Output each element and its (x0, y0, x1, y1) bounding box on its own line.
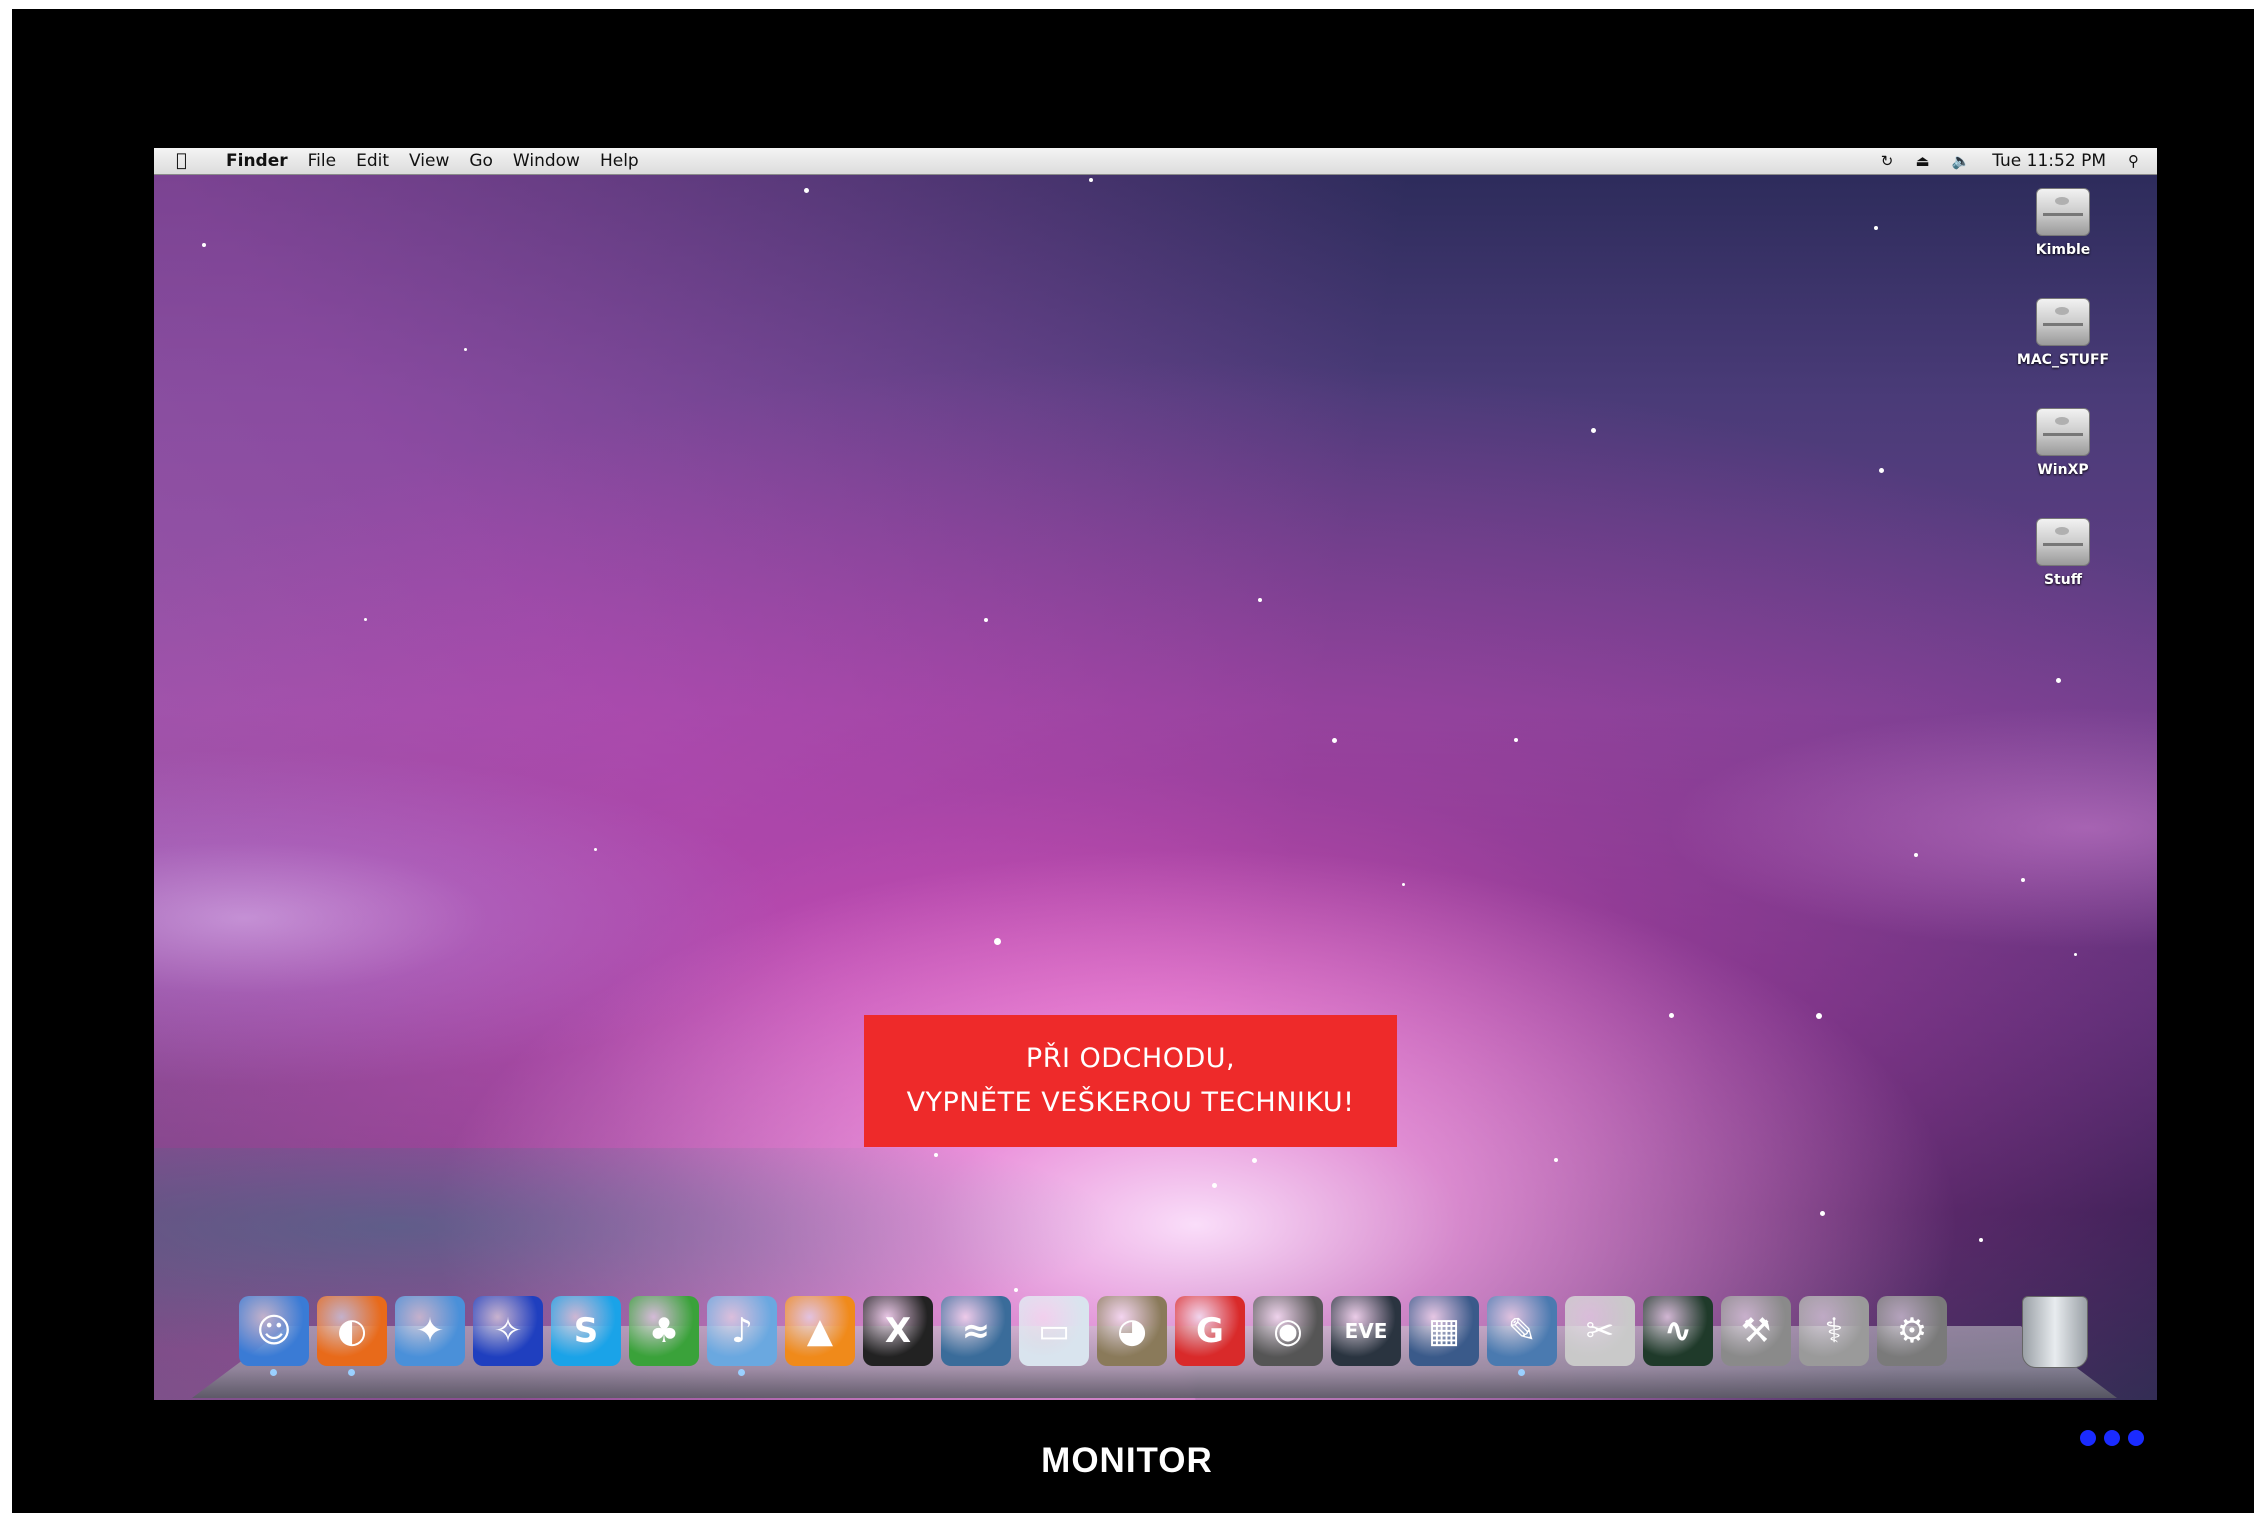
star (934, 1153, 938, 1157)
dock-system-preferences-icon[interactable]: ⚙ (1877, 1296, 1947, 1366)
star (1014, 1288, 1018, 1292)
desktop-drive-stuff[interactable]: Stuff (2008, 518, 2118, 588)
slide-frame:  Finder File Edit View Go Window Help ↻… (12, 9, 2254, 1513)
notice-box: PŘI ODCHODU, VYPNĚTE VEŠKEROU TECHNIKU! (864, 1015, 1397, 1147)
star (2074, 953, 2077, 956)
star (2056, 678, 2061, 683)
star (1554, 1158, 1558, 1162)
dock-skype-icon[interactable]: S (551, 1296, 621, 1366)
running-indicator (270, 1369, 277, 1376)
menu-edit[interactable]: Edit (346, 151, 399, 171)
star (1874, 226, 1878, 230)
page-dot[interactable] (2104, 1430, 2120, 1446)
pagination-dots[interactable] (2080, 1430, 2144, 1446)
dock-firefox-icon[interactable]: ◐ (317, 1296, 387, 1376)
hard-drive-icon (2036, 518, 2090, 566)
star (1514, 738, 1518, 742)
wallpaper-aurora-right (1457, 708, 2157, 1008)
menu-file[interactable]: File (298, 151, 346, 171)
dock-vlc-icon[interactable]: ▲ (785, 1296, 855, 1366)
star (202, 243, 206, 247)
dock-gimp-icon[interactable]: ◕ (1097, 1296, 1167, 1366)
star (1402, 883, 1405, 886)
menu-left: Finder File Edit View Go Window Help (216, 151, 649, 171)
dock-frog-icon[interactable]: ✧ (473, 1296, 543, 1366)
menu-bar:  Finder File Edit View Go Window Help ↻… (154, 148, 2157, 175)
star (1820, 1211, 1825, 1216)
drive-label: WinXP (2037, 462, 2089, 478)
star (1914, 853, 1918, 857)
dock-system-tool-icon[interactable]: ✎ (1487, 1296, 1557, 1376)
star (1669, 1013, 1674, 1018)
notice-line-2: VYPNĚTE VEŠKEROU TECHNIKU! (906, 1087, 1355, 1118)
running-indicator (1518, 1369, 1525, 1376)
star (364, 618, 367, 621)
star (1332, 738, 1337, 743)
apple-menu-icon[interactable]:  (176, 150, 187, 171)
menu-clock[interactable]: Tue 11:52 PM (1992, 151, 2106, 171)
desktop-drive-mac-stuff[interactable]: MAC_STUFF (2008, 298, 2118, 368)
running-indicator (738, 1369, 745, 1376)
star (1258, 598, 1262, 602)
dock-activity-monitor-icon[interactable]: ∿ (1643, 1296, 1713, 1366)
dock-x11-icon[interactable]: X (863, 1296, 933, 1366)
star (1879, 468, 1884, 473)
hard-drive-icon (2036, 298, 2090, 346)
dock-app-eye-icon[interactable]: ◉ (1253, 1296, 1323, 1366)
dock-adium-icon[interactable]: ♣ (629, 1296, 699, 1366)
volume-icon[interactable]: 🔈 (1952, 152, 1971, 170)
star (1212, 1183, 1217, 1188)
dock-itunes-icon[interactable]: ♪ (707, 1296, 777, 1376)
star (984, 618, 988, 622)
desktop-drive-kimble[interactable]: Kimble (2008, 188, 2118, 258)
star (804, 188, 809, 193)
star (1089, 178, 1093, 182)
star (464, 348, 467, 351)
menu-help[interactable]: Help (590, 151, 649, 171)
dock-directory-utility-icon[interactable]: ⚒ (1721, 1296, 1791, 1366)
trash-icon[interactable] (2022, 1296, 2088, 1368)
star (1591, 428, 1596, 433)
page-dot[interactable] (2128, 1430, 2144, 1446)
mac-desktop-screen:  Finder File Edit View Go Window Help ↻… (154, 148, 2157, 1400)
star (1816, 1013, 1822, 1019)
page-dot[interactable] (2080, 1430, 2096, 1446)
hard-drive-icon (2036, 188, 2090, 236)
dock-finder-icon[interactable]: ☺ (239, 1296, 309, 1376)
running-indicator (348, 1369, 355, 1376)
dock-eve-online-icon[interactable]: EVE (1331, 1296, 1401, 1366)
dock-spaces-icon[interactable]: ▦ (1409, 1296, 1479, 1366)
menu-app-name[interactable]: Finder (216, 151, 298, 171)
drive-label: Kimble (2035, 242, 2091, 258)
menu-extras: ↻ ⏏ 🔈 Tue 11:52 PM ⚲ (1881, 151, 2139, 171)
dock-openoffice-icon[interactable]: ≈ (941, 1296, 1011, 1366)
hard-drive-icon (2036, 408, 2090, 456)
star (1979, 1238, 1983, 1242)
star (994, 938, 1001, 945)
star (594, 848, 597, 851)
star (1252, 1158, 1257, 1163)
dock-safari-icon[interactable]: ✦ (395, 1296, 465, 1366)
eject-icon[interactable]: ⏏ (1915, 152, 1929, 170)
menu-go[interactable]: Go (459, 151, 503, 171)
dock-toast-icon[interactable]: ▭ (1019, 1296, 1089, 1366)
drive-label: Stuff (2043, 572, 2083, 588)
drive-label: MAC_STUFF (2016, 352, 2110, 368)
desktop-drive-winxp[interactable]: WinXP (2008, 408, 2118, 478)
slide-caption: MONITOR (1041, 1441, 1213, 1480)
spotlight-icon[interactable]: ⚲ (2128, 152, 2139, 170)
dock-disk-utility-icon[interactable]: ⚕ (1799, 1296, 1869, 1366)
menu-window[interactable]: Window (503, 151, 590, 171)
dock: ☺ ◐ ✦ ✧ S ♣ ♪ ▲ X ≈ ▭ ◕ G ◉ EVE ▦ ✎ ✂ ∿ ⚒ ⚕ ⚙ (239, 1296, 1947, 1376)
dock-utility-icon[interactable]: ✂ (1565, 1296, 1635, 1366)
dock-app-red-icon[interactable]: G (1175, 1296, 1245, 1366)
menu-view[interactable]: View (399, 151, 459, 171)
notice-line-1: PŘI ODCHODU, (1025, 1043, 1236, 1074)
star (2021, 878, 2025, 882)
time-machine-icon[interactable]: ↻ (1881, 152, 1894, 170)
